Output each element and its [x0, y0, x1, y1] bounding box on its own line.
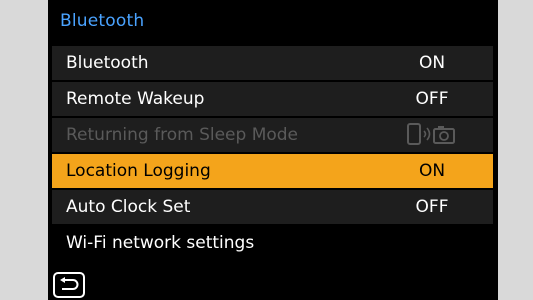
- menu-item-value: OFF: [415, 89, 449, 109]
- menu-item-location-logging[interactable]: Location Logging ON: [52, 154, 493, 188]
- menu-item-label: Bluetooth: [66, 53, 149, 73]
- menu-item-value: OFF: [415, 197, 449, 217]
- return-arrow-icon: [60, 277, 79, 290]
- menu-item-remote-wakeup[interactable]: Remote Wakeup OFF: [52, 82, 493, 116]
- menu-item-bluetooth[interactable]: Bluetooth ON: [52, 46, 493, 80]
- menu-item-label: Returning from Sleep Mode: [66, 125, 299, 145]
- menu-item-label: Remote Wakeup: [66, 89, 205, 109]
- menu-item-label: Wi-Fi network settings: [66, 233, 255, 253]
- menu-title: Bluetooth: [60, 11, 145, 31]
- menu-item-value: ON: [418, 161, 446, 181]
- menu-item-value: ON: [418, 53, 446, 73]
- menu-item-label: Auto Clock Set: [66, 197, 191, 217]
- menu-item-returning-from-sleep-mode: Returning from Sleep Mode: [52, 118, 493, 152]
- menu-item-label: Location Logging: [66, 161, 211, 181]
- menu-item-auto-clock-set[interactable]: Auto Clock Set OFF: [52, 190, 493, 224]
- camera-menu-screen: Bluetooth Bluetooth ON Remote Wakeup OFF…: [48, 0, 498, 300]
- menu-item-wifi-network-settings[interactable]: Wi-Fi network settings: [52, 226, 493, 260]
- phone-camera-wireless-icon: [402, 122, 462, 151]
- back-button[interactable]: [53, 272, 85, 298]
- menu-list: Bluetooth ON Remote Wakeup OFF Returning…: [52, 46, 493, 262]
